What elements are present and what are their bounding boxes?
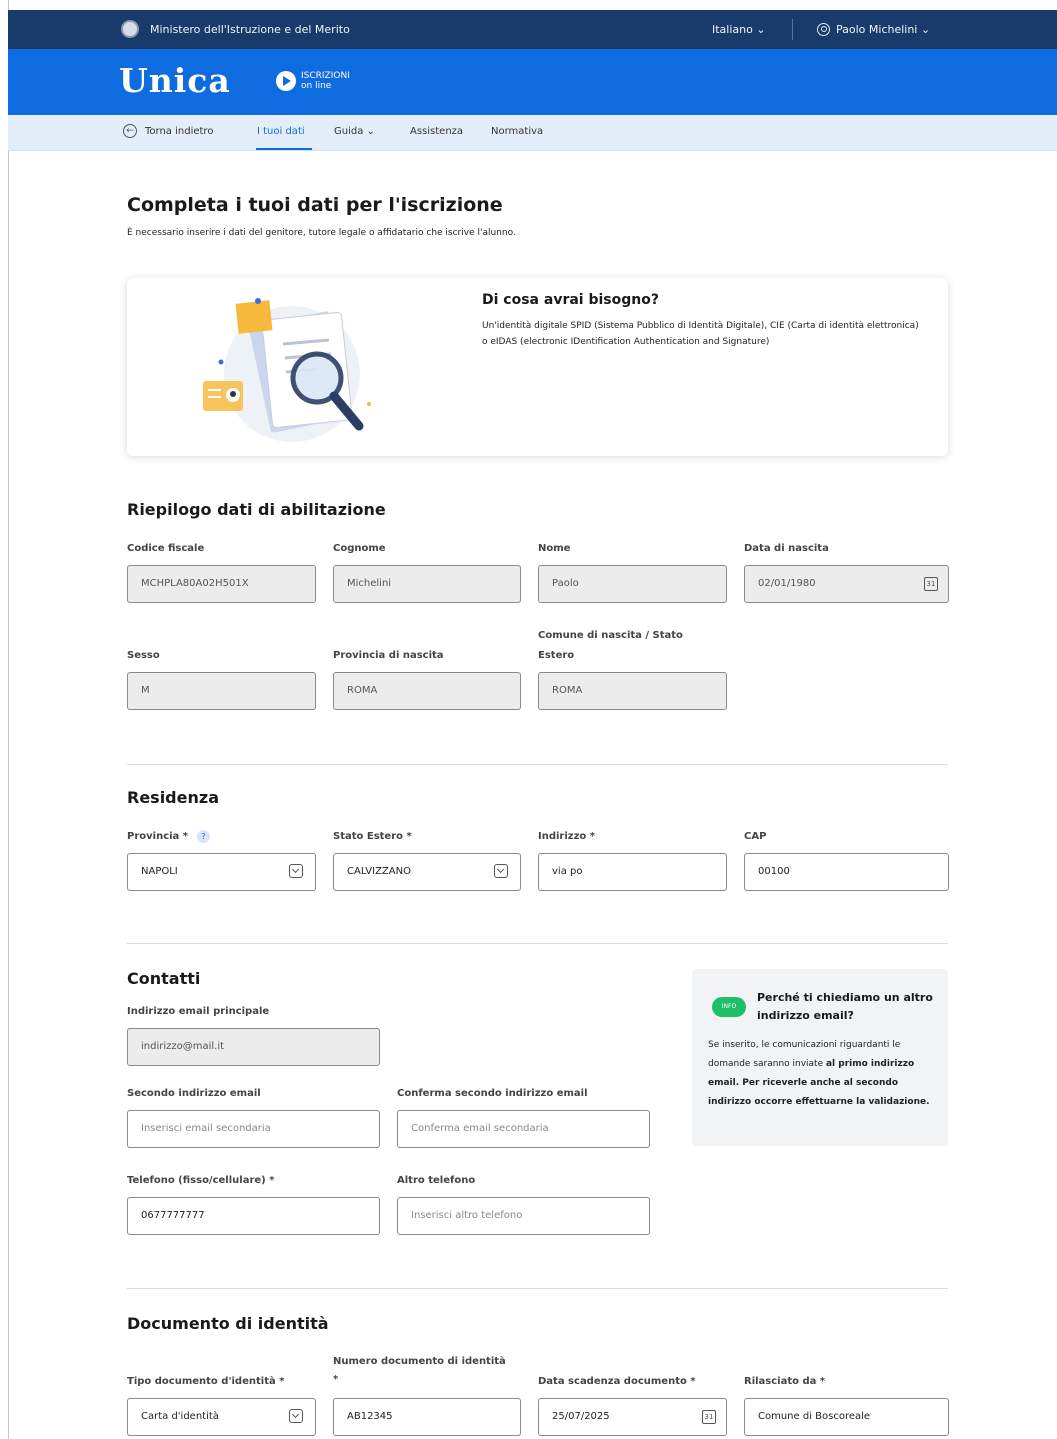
user-name: Paolo Michelini ⌄ <box>836 23 931 36</box>
provincia-nascita-label: Provincia di nascita <box>333 650 444 661</box>
sesso-field[interactable]: M <box>127 672 316 710</box>
provincia-select[interactable]: NAPOLI <box>127 853 316 891</box>
numero-documento-input[interactable]: AB12345 <box>333 1398 521 1436</box>
active-tab-indicator <box>256 148 312 150</box>
card-text: Un'identità digitale SPID (Sistema Pubbl… <box>482 321 919 347</box>
conferma-email-label: Conferma secondo indirizzo email <box>397 1088 588 1099</box>
republic-emblem-icon <box>121 20 139 38</box>
info-box: INFO Perché ti chiediamo un altro indiri… <box>692 969 948 1146</box>
indirizzo-label: Indirizzo * <box>538 831 596 842</box>
documents-illustration <box>203 298 371 442</box>
comune-nascita-field[interactable]: ROMA <box>538 672 727 710</box>
rilasciato-label: Rilasciato da * <box>744 1376 826 1387</box>
provincia-nascita-field[interactable]: ROMA <box>333 672 521 710</box>
cognome-field[interactable]: Michelini <box>333 565 521 603</box>
numero-documento-label-line1: Numero documento di identità <box>333 1356 506 1367</box>
altro-telefono-input[interactable]: Inserisci altro telefono <box>397 1197 650 1235</box>
section-title-contatti: Contatti <box>127 969 201 988</box>
conferma-email-input[interactable]: Conferma email secondaria <box>397 1110 650 1148</box>
info-badge-icon: INFO <box>712 997 746 1017</box>
brand-sub-line1: ISCRIZIONI <box>301 71 350 81</box>
section-divider <box>127 764 948 765</box>
brand-header: Unica ISCRIZIONI on line <box>8 49 1057 115</box>
main-nav: ← Torna indietro I tuoi dati Guida ⌄ Ass… <box>8 115 1057 151</box>
rilasciato-input[interactable]: Comune di Boscoreale <box>744 1398 949 1436</box>
calendar-icon[interactable]: 31 <box>702 1410 716 1424</box>
section-title-residenza: Residenza <box>127 788 219 807</box>
requirements-card: Di cosa avrai bisogno? Un'identità digit… <box>127 278 948 456</box>
tipo-documento-label: Tipo documento d'identità * <box>127 1376 285 1387</box>
help-icon[interactable]: ? <box>197 829 211 843</box>
brand-sub-line2: on line <box>301 81 332 91</box>
arrow-icon <box>276 71 296 91</box>
provincia-label-text: Provincia * <box>127 831 189 842</box>
scadenza-value: 25/07/2025 <box>552 1411 610 1422</box>
stato-estero-value: CALVIZZANO <box>347 866 411 877</box>
back-link[interactable]: ← Torna indietro <box>123 124 213 138</box>
calendar-icon[interactable]: 31 <box>924 577 938 591</box>
user-icon <box>817 23 830 36</box>
numero-documento-label-line2: * <box>333 1374 339 1385</box>
nav-item-assistenza[interactable]: Assistenza <box>410 126 463 137</box>
telefono-label: Telefono (fisso/cellulare) * <box>127 1175 275 1186</box>
data-nascita-label: Data di nascita <box>744 543 829 554</box>
sesso-label: Sesso <box>127 650 160 661</box>
user-menu[interactable]: Paolo Michelini ⌄ <box>817 23 930 36</box>
stato-estero-select[interactable]: CALVIZZANO <box>333 853 521 891</box>
data-nascita-value: 02/01/1980 <box>758 578 816 589</box>
email-label: Indirizzo email principale <box>127 1006 270 1017</box>
language-selector[interactable]: Italiano ⌄ <box>712 23 766 36</box>
nome-field[interactable]: Paolo <box>538 565 727 603</box>
iscrizioni-online-logo[interactable]: ISCRIZIONI on line <box>276 71 350 91</box>
chevron-down-icon <box>289 1409 303 1423</box>
telefono-input[interactable]: 0677777777 <box>127 1197 380 1235</box>
chevron-down-icon <box>494 864 508 878</box>
provincia-value: NAPOLI <box>141 866 178 877</box>
comune-nascita-label-line2: Estero <box>538 650 575 661</box>
card-title: Di cosa avrai bisogno? <box>482 292 659 308</box>
tipo-documento-select[interactable]: Carta d'identità <box>127 1398 316 1436</box>
nav-item-guida[interactable]: Guida ⌄ <box>334 126 375 137</box>
email2-label: Secondo indirizzo email <box>127 1088 261 1099</box>
scadenza-label: Data scadenza documento * <box>538 1376 696 1387</box>
email-field[interactable]: indirizzo@mail.it <box>127 1028 380 1066</box>
cap-label: CAP <box>744 831 767 842</box>
topbar-divider <box>792 19 793 40</box>
ministry-name[interactable]: Ministero dell'Istruzione e del Merito <box>150 23 350 36</box>
cap-input[interactable]: 00100 <box>744 853 949 891</box>
nav-item-normativa[interactable]: Normativa <box>491 126 543 137</box>
codice-fiscale-field[interactable]: MCHPLA80A02H501X <box>127 565 316 603</box>
ministry-topbar: Ministero dell'Istruzione e del Merito I… <box>8 10 1057 49</box>
scadenza-input[interactable]: 25/07/2025 31 <box>538 1398 727 1436</box>
provincia-label: Provincia *? <box>127 827 211 846</box>
nav-item-i-tuoi-dati[interactable]: I tuoi dati <box>257 126 305 137</box>
nome-label: Nome <box>538 543 571 554</box>
cognome-label: Cognome <box>333 543 386 554</box>
codice-fiscale-label: Codice fiscale <box>127 543 205 554</box>
section-title-documento: Documento di identità <box>127 1314 329 1333</box>
back-arrow-icon: ← <box>123 124 137 138</box>
info-title: Perché ti chiediamo un altro indirizzo e… <box>757 991 933 1022</box>
section-divider <box>127 1288 948 1289</box>
page-frame-edge <box>8 0 9 1439</box>
indirizzo-input[interactable]: via po <box>538 853 727 891</box>
tipo-documento-value: Carta d'identità <box>141 1411 219 1422</box>
section-divider <box>127 943 948 944</box>
comune-nascita-label-line1: Comune di nascita / Stato <box>538 630 683 641</box>
stato-estero-label: Stato Estero * <box>333 831 412 842</box>
email2-input[interactable]: Inserisci email secondaria <box>127 1110 380 1148</box>
page-title: Completa i tuoi dati per l'iscrizione <box>127 194 503 216</box>
back-link-label: Torna indietro <box>145 125 214 137</box>
page-lead: È necessario inserire i dati del genitor… <box>127 228 516 238</box>
section-title-riepilogo: Riepilogo dati di abilitazione <box>127 500 386 519</box>
info-text: Se inserito, le comunicazioni riguardant… <box>708 1036 938 1112</box>
altro-telefono-label: Altro telefono <box>397 1175 476 1186</box>
unica-logo[interactable]: Unica <box>119 61 231 100</box>
data-nascita-field[interactable]: 02/01/1980 31 <box>744 565 949 603</box>
chevron-down-icon <box>289 864 303 878</box>
